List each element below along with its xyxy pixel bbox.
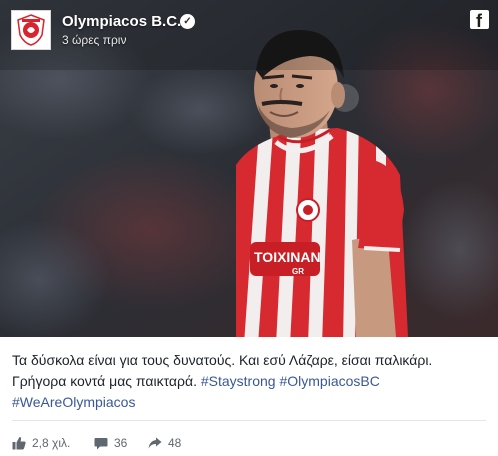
caption-line-3: #WeAreOlympiacos: [12, 392, 488, 413]
shares-value: 48: [168, 436, 182, 450]
comment-icon: [94, 437, 108, 449]
thumbs-up-icon: [12, 437, 26, 450]
post-header: Olympiacos B.C. ✓ 3 ώρες πριν f: [0, 0, 498, 62]
page-avatar[interactable]: [11, 10, 51, 50]
engagement-bar: 2,8 χιλ. 36 48: [12, 434, 488, 452]
facebook-post: TOIXINAN GR Olympiacos B.C. ✓ 3 ώρες πρι…: [0, 0, 498, 456]
likes-value: 2,8 χιλ.: [32, 436, 71, 450]
hashtag-weareolympiacos[interactable]: #WeAreOlympiacos: [12, 394, 135, 410]
comments-value: 36: [114, 436, 128, 450]
divider: [12, 420, 486, 421]
post-photo[interactable]: TOIXINAN GR Olympiacos B.C. ✓ 3 ώρες πρι…: [0, 0, 498, 337]
comments-count[interactable]: 36: [94, 434, 127, 452]
hashtag-olympiacosbc[interactable]: #OlympiacosBC: [279, 373, 379, 389]
post-caption: Τα δύσκολα είναι για τους δυνατούς. Και …: [12, 350, 488, 413]
caption-line-2: Γρήγορα κοντά μας παικταρά. #Staystrong …: [12, 371, 488, 392]
caption-text: Γρήγορα κοντά μας παικταρά.: [12, 373, 197, 389]
facebook-logo-icon[interactable]: f: [470, 10, 489, 29]
olympiacos-crest-icon: [17, 14, 45, 46]
likes-count[interactable]: 2,8 χιλ.: [12, 434, 70, 452]
post-timestamp[interactable]: 3 ώρες πριν: [62, 33, 126, 47]
shares-count[interactable]: 48: [148, 434, 181, 452]
jersey-sponsor: TOIXINAN: [254, 249, 321, 265]
page-name[interactable]: Olympiacos B.C.: [62, 13, 181, 31]
caption-line-1: Τα δύσκολα είναι για τους δυνατούς. Και …: [12, 352, 433, 368]
hashtag-staystrong[interactable]: #Staystrong: [201, 373, 276, 389]
jersey-sponsor-suffix: GR: [292, 267, 304, 276]
verified-badge-icon: ✓: [180, 14, 195, 29]
share-arrow-icon: [148, 437, 162, 449]
